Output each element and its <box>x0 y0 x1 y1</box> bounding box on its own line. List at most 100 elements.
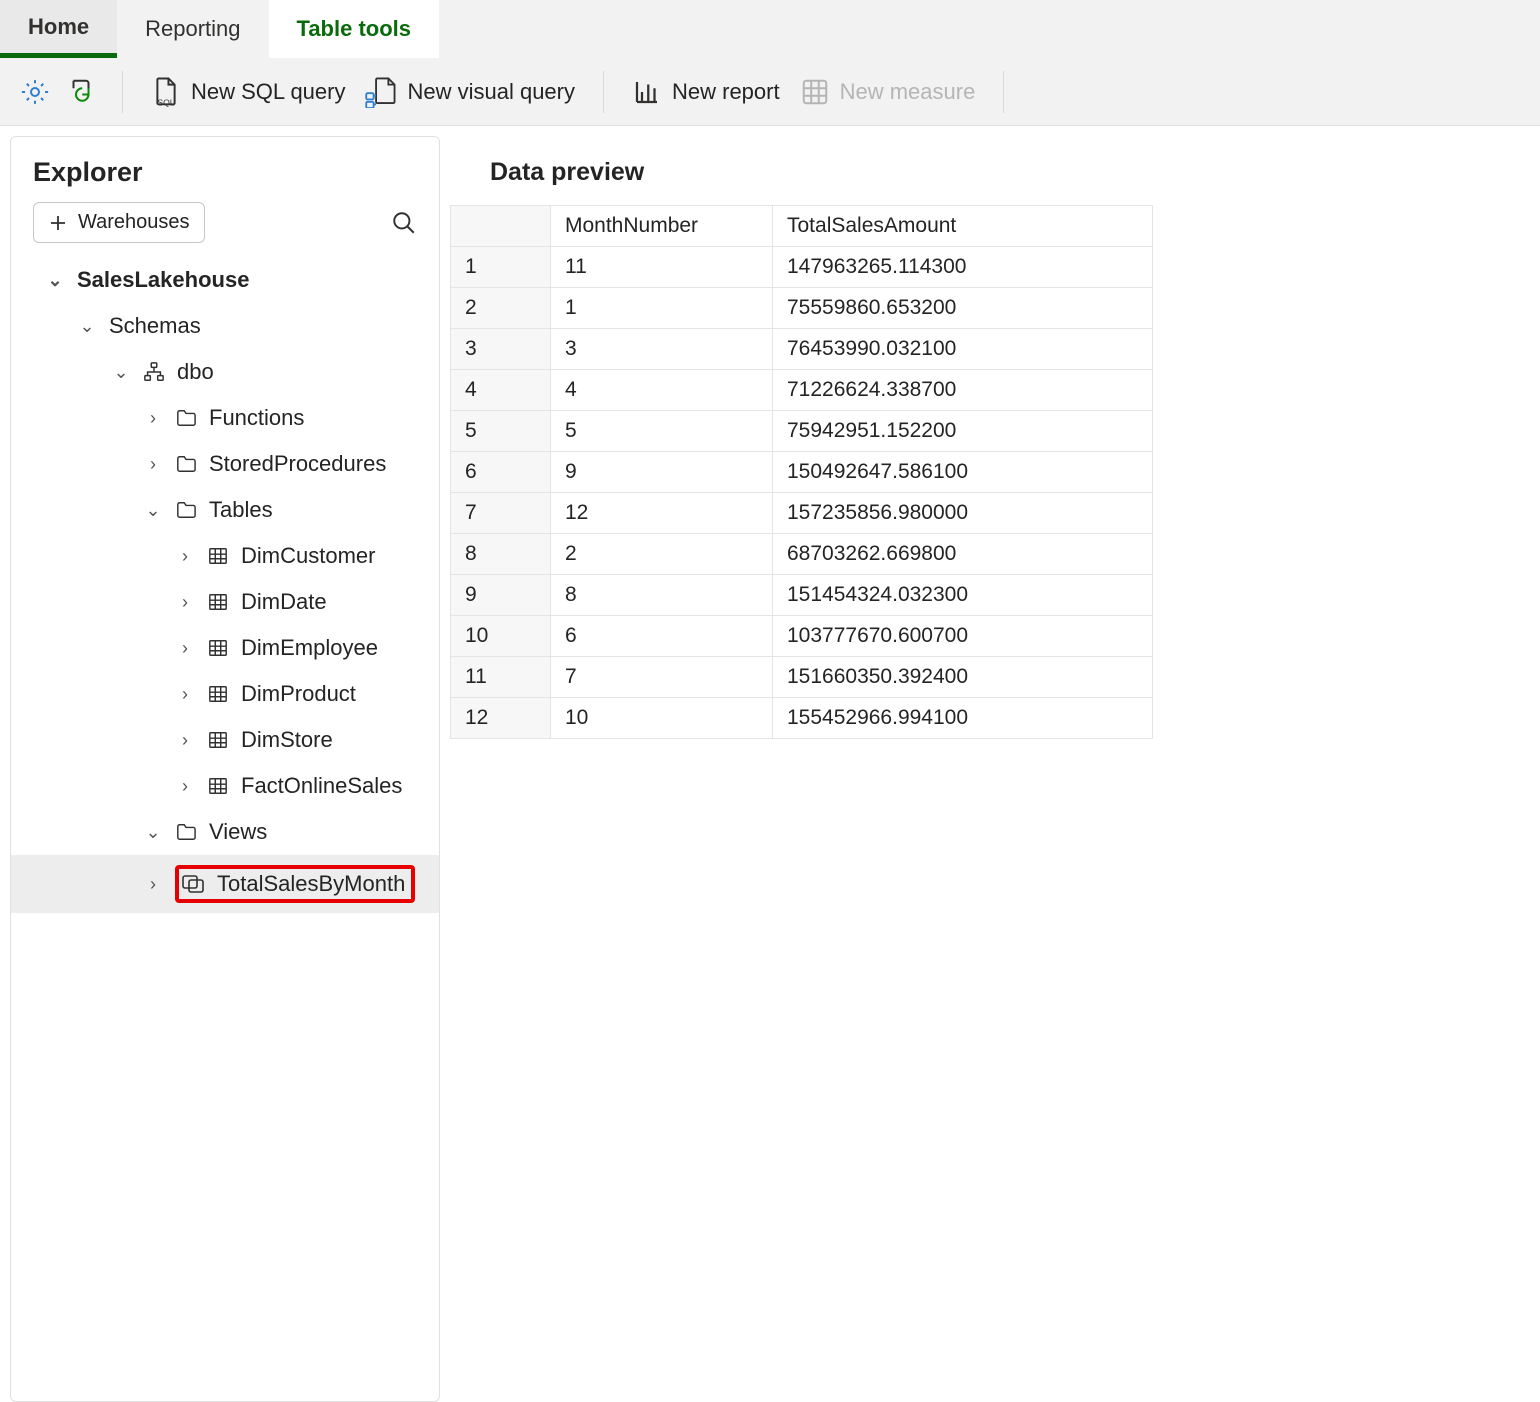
rownum-cell[interactable]: 8 <box>451 534 551 575</box>
tree-table-dimcustomer[interactable]: ›DimCustomer <box>11 533 439 579</box>
tree-tables[interactable]: ⌄ Tables <box>11 487 439 533</box>
tree-lakehouse-label: SalesLakehouse <box>77 267 249 293</box>
add-warehouses-button[interactable]: Warehouses <box>33 202 205 243</box>
col-monthnumber[interactable]: MonthNumber <box>551 206 773 247</box>
cell-totalsalesamount[interactable]: 151454324.032300 <box>773 575 1153 616</box>
rownum-cell[interactable]: 4 <box>451 370 551 411</box>
rownum-cell[interactable]: 12 <box>451 698 551 739</box>
sql-file-icon: SQL <box>151 76 181 108</box>
rownum-cell[interactable]: 3 <box>451 329 551 370</box>
new-sql-query-button[interactable]: SQL New SQL query <box>149 72 347 112</box>
rownum-cell[interactable]: 1 <box>451 247 551 288</box>
plus-icon <box>48 213 68 233</box>
chevron-right-icon: › <box>143 454 163 475</box>
view-icon <box>181 873 205 895</box>
cell-monthnumber[interactable]: 9 <box>551 452 773 493</box>
tab-table-tools[interactable]: Table tools <box>269 0 440 58</box>
cell-monthnumber[interactable]: 3 <box>551 329 773 370</box>
cell-totalsalesamount[interactable]: 155452966.994100 <box>773 698 1153 739</box>
cell-totalsalesamount[interactable]: 68703262.669800 <box>773 534 1153 575</box>
chevron-right-icon: › <box>143 408 163 429</box>
table-row[interactable]: 98151454324.032300 <box>451 575 1153 616</box>
tree-table-dimemployee[interactable]: ›DimEmployee <box>11 625 439 671</box>
cell-totalsalesamount[interactable]: 103777670.600700 <box>773 616 1153 657</box>
rownum-cell[interactable]: 2 <box>451 288 551 329</box>
tree-table-label: DimCustomer <box>241 543 375 569</box>
chevron-right-icon: › <box>175 684 195 705</box>
cell-monthnumber[interactable]: 6 <box>551 616 773 657</box>
cell-monthnumber[interactable]: 2 <box>551 534 773 575</box>
rownum-header[interactable] <box>451 206 551 247</box>
rownum-cell[interactable]: 6 <box>451 452 551 493</box>
cell-totalsalesamount[interactable]: 147963265.114300 <box>773 247 1153 288</box>
tree-table-dimproduct[interactable]: ›DimProduct <box>11 671 439 717</box>
rownum-cell[interactable]: 11 <box>451 657 551 698</box>
chevron-right-icon: › <box>175 776 195 797</box>
table-row[interactable]: 2175559860.653200 <box>451 288 1153 329</box>
refresh-icon[interactable] <box>66 77 96 107</box>
tree-view-totalsalesbymonth[interactable]: › TotalSalesByMonth <box>11 855 439 913</box>
tree-storedprocedures[interactable]: › StoredProcedures <box>11 441 439 487</box>
table-row[interactable]: 5575942951.152200 <box>451 411 1153 452</box>
data-preview-panel: Data preview MonthNumber TotalSalesAmoun… <box>440 136 1540 1402</box>
tree-table-label: DimStore <box>241 727 333 753</box>
tree-lakehouse[interactable]: ⌄ SalesLakehouse <box>11 257 439 303</box>
table-row[interactable]: 4471226624.338700 <box>451 370 1153 411</box>
cell-totalsalesamount[interactable]: 150492647.586100 <box>773 452 1153 493</box>
tree-views[interactable]: ⌄ Views <box>11 809 439 855</box>
cell-monthnumber[interactable]: 1 <box>551 288 773 329</box>
highlight-box: TotalSalesByMonth <box>175 865 415 903</box>
cell-totalsalesamount[interactable]: 76453990.032100 <box>773 329 1153 370</box>
table-icon <box>207 638 229 658</box>
rownum-cell[interactable]: 9 <box>451 575 551 616</box>
cell-monthnumber[interactable]: 4 <box>551 370 773 411</box>
table-icon <box>207 730 229 750</box>
table-row[interactable]: 712157235856.980000 <box>451 493 1153 534</box>
col-totalsalesamount[interactable]: TotalSalesAmount <box>773 206 1153 247</box>
cell-totalsalesamount[interactable]: 157235856.980000 <box>773 493 1153 534</box>
table-header-row: MonthNumber TotalSalesAmount <box>451 206 1153 247</box>
cell-totalsalesamount[interactable]: 151660350.392400 <box>773 657 1153 698</box>
table-icon <box>207 684 229 704</box>
schema-icon <box>143 361 165 383</box>
separator <box>603 71 604 113</box>
rownum-cell[interactable]: 7 <box>451 493 551 534</box>
tree-table-label: DimEmployee <box>241 635 378 661</box>
tree-table-dimstore[interactable]: › DimStore <box>11 717 439 763</box>
search-icon[interactable] <box>391 210 417 236</box>
cell-monthnumber[interactable]: 7 <box>551 657 773 698</box>
new-visual-query-button[interactable]: New visual query <box>363 72 577 112</box>
cell-monthnumber[interactable]: 12 <box>551 493 773 534</box>
rownum-cell[interactable]: 10 <box>451 616 551 657</box>
table-row[interactable]: 117151660350.392400 <box>451 657 1153 698</box>
rownum-cell[interactable]: 5 <box>451 411 551 452</box>
table-row[interactable]: 69150492647.586100 <box>451 452 1153 493</box>
cell-monthnumber[interactable]: 5 <box>551 411 773 452</box>
tab-reporting[interactable]: Reporting <box>117 0 268 58</box>
tree-table-dimdate[interactable]: ›DimDate <box>11 579 439 625</box>
tab-home[interactable]: Home <box>0 0 117 58</box>
table-row[interactable]: 8268703262.669800 <box>451 534 1153 575</box>
table-row[interactable]: 1210155452966.994100 <box>451 698 1153 739</box>
chevron-down-icon: ⌄ <box>77 316 97 337</box>
tree-schema-dbo-label: dbo <box>177 359 214 385</box>
visual-query-icon <box>365 76 397 108</box>
tree-view-totalsalesbymonth-label: TotalSalesByMonth <box>217 871 405 897</box>
cell-monthnumber[interactable]: 10 <box>551 698 773 739</box>
cell-totalsalesamount[interactable]: 71226624.338700 <box>773 370 1153 411</box>
table-row[interactable]: 3376453990.032100 <box>451 329 1153 370</box>
tree-table-factonlinesales[interactable]: ›FactOnlineSales <box>11 763 439 809</box>
table-row[interactable]: 111147963265.114300 <box>451 247 1153 288</box>
cell-totalsalesamount[interactable]: 75942951.152200 <box>773 411 1153 452</box>
chevron-right-icon: › <box>175 730 195 751</box>
tree-schemas[interactable]: ⌄ Schemas <box>11 303 439 349</box>
chart-icon <box>632 77 662 107</box>
gear-icon[interactable] <box>20 77 50 107</box>
tree-functions[interactable]: › Functions <box>11 395 439 441</box>
cell-monthnumber[interactable]: 11 <box>551 247 773 288</box>
cell-monthnumber[interactable]: 8 <box>551 575 773 616</box>
cell-totalsalesamount[interactable]: 75559860.653200 <box>773 288 1153 329</box>
table-row[interactable]: 106103777670.600700 <box>451 616 1153 657</box>
tree-schema-dbo[interactable]: ⌄ dbo <box>11 349 439 395</box>
new-report-button[interactable]: New report <box>630 73 782 111</box>
